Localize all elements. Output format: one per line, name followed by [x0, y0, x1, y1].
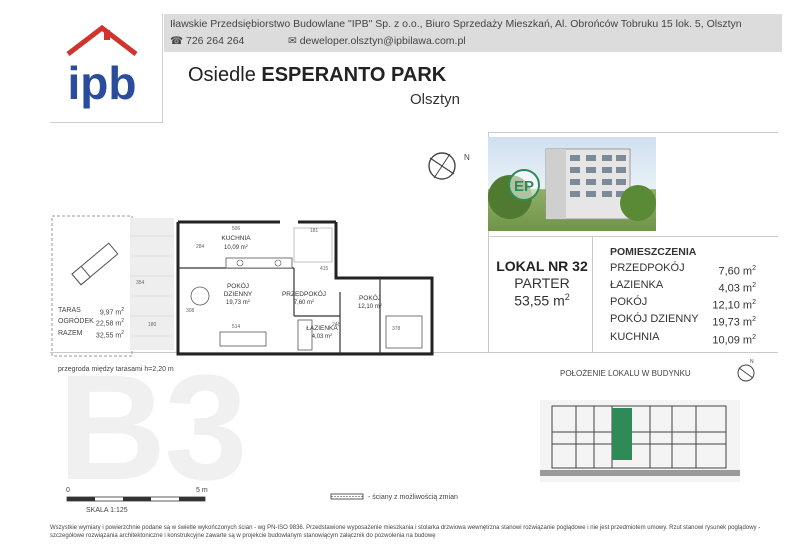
divider — [488, 132, 778, 133]
contact-bar: Iławskie Przedsiębiorstwo Budowlane "IPB… — [164, 14, 782, 52]
unit-area: 53,55 m2 — [514, 292, 570, 309]
living-room-label: POKÓJ — [227, 281, 249, 290]
kitchen-label: KUCHNIA — [221, 235, 251, 242]
dimension-label: 506 — [232, 226, 241, 232]
bathroom-area: 4,03 m2 — [312, 332, 333, 340]
phone-number[interactable]: 726 264 264 — [186, 35, 244, 47]
bedroom-label: POKÓJ — [359, 293, 381, 302]
dimension-label: 415 — [320, 266, 329, 272]
scale-five: 5 m — [196, 487, 208, 494]
kitchen-area: 10,09 m2 — [224, 243, 249, 251]
title-prefix: Osiedle — [188, 64, 262, 86]
ipb-logo: ipb — [66, 24, 138, 109]
dimension-label: 181 — [310, 228, 319, 234]
compass-small-icon: N — [737, 359, 755, 382]
disclaimer-line-2: szczegółowe rozwiązania architektoniczne… — [50, 533, 436, 539]
living-room-area: 19,73 m2 — [226, 298, 251, 306]
building-location-plan — [540, 400, 740, 482]
compass-north-label: N — [464, 153, 470, 162]
compass-small-north: N — [750, 359, 754, 365]
partition-note: przegroda między tarasami h=2,20 m — [58, 366, 174, 373]
email-row: ✉ deweloper.olsztyn@ipbilawa.com.pl — [288, 35, 466, 47]
dimension-label: 180 — [148, 322, 157, 328]
email-link[interactable]: deweloper.olsztyn@ipbilawa.com.pl — [300, 35, 466, 47]
envelope-icon: ✉ — [288, 35, 300, 47]
compass-icon: N — [428, 152, 470, 180]
changeable-wall-icon — [330, 493, 364, 500]
dimension-label: 284 — [196, 244, 205, 250]
outdoor-row: OGRÓDEK 22,58 m2 — [58, 318, 124, 328]
outdoor-areas: TARAS 9,97 m2 OGRÓDEK 22,58 m2 RAZEM 32,55 … — [58, 306, 124, 340]
room-row: ŁAZIENKA 4,03 m2 — [610, 279, 756, 295]
hallway-area: 7,60 m2 — [294, 298, 315, 306]
outdoor-row: TARAS 9,97 m2 — [58, 307, 124, 317]
dimension-label: 248 — [332, 322, 341, 328]
rooms-table: POMIESZCZENIA PRZEDPOKÓJ 7,60 m2 ŁAZIENKA… — [610, 246, 756, 348]
title-bold: ESPERANTO PARK — [261, 64, 447, 86]
room-row: PRZEDPOKÓJ 7,60 m2 — [610, 262, 756, 278]
phone-row: ☎ 726 264 264 — [170, 35, 244, 47]
location-heading: POŁOŻENIE LOKALU W BUDYNKU — [560, 369, 691, 378]
scale-label: SKALA 1:125 — [86, 507, 128, 514]
dimension-label: 308 — [186, 308, 195, 314]
dimension-label: 514 — [232, 324, 241, 330]
disclaimer: Wszystkie wymiary i powierzchnie podane … — [50, 524, 770, 540]
dimension-label: 378 — [392, 326, 401, 332]
phone-icon: ☎ — [170, 35, 186, 47]
bedroom-area: 12,10 m2 — [358, 302, 383, 310]
unit-info: LOKAL NR 32 PARTER 53,55 m2 — [496, 258, 588, 309]
unit-highlight — [612, 408, 632, 460]
room-row: KUCHNIA 10,09 m2 — [610, 330, 756, 347]
building-render-image: EP — [488, 148, 656, 221]
dimension-label: 354 — [136, 280, 145, 286]
logo-text: ipb — [68, 57, 137, 109]
scale-zero: 0 — [66, 487, 70, 494]
room-row: POKÓJ DZIENNY 19,73 m2 — [610, 313, 756, 330]
walls-legend: - ściany z możliwością zmian — [368, 494, 458, 501]
hallway-label: PRZEDPOKÓJ — [282, 289, 326, 298]
sun-lounger-icon — [71, 242, 119, 286]
company-address: Iławskie Przedsiębiorstwo Budowlane "IPB… — [170, 18, 742, 30]
living-room-label-2: DZIENNY — [224, 291, 253, 298]
logo-panel: ipb — [50, 14, 163, 123]
outdoor-row: RAZEM 32,55 m2 — [58, 329, 124, 339]
scale-bar — [66, 496, 206, 502]
divider — [488, 236, 778, 237]
render-logo-text: EP — [514, 178, 534, 195]
unit-floor: PARTER — [514, 275, 570, 291]
divider — [592, 236, 593, 352]
building-render: EP — [488, 137, 656, 231]
unit-number: LOKAL NR 32 — [496, 258, 588, 274]
rooms-heading: POMIESZCZENIA — [610, 246, 697, 258]
room-row: POKÓJ 12,10 m2 — [610, 296, 756, 312]
disclaimer-line-1: Wszystkie wymiary i powierzchnie podane … — [50, 525, 761, 531]
floor-plan: KUCHNIA 10,09 m2 POKÓJ DZIENNY 19,73 m2 … — [51, 215, 434, 357]
project-title: Osiedle ESPERANTO PARK — [188, 64, 446, 87]
project-city: Olsztyn — [410, 91, 461, 108]
